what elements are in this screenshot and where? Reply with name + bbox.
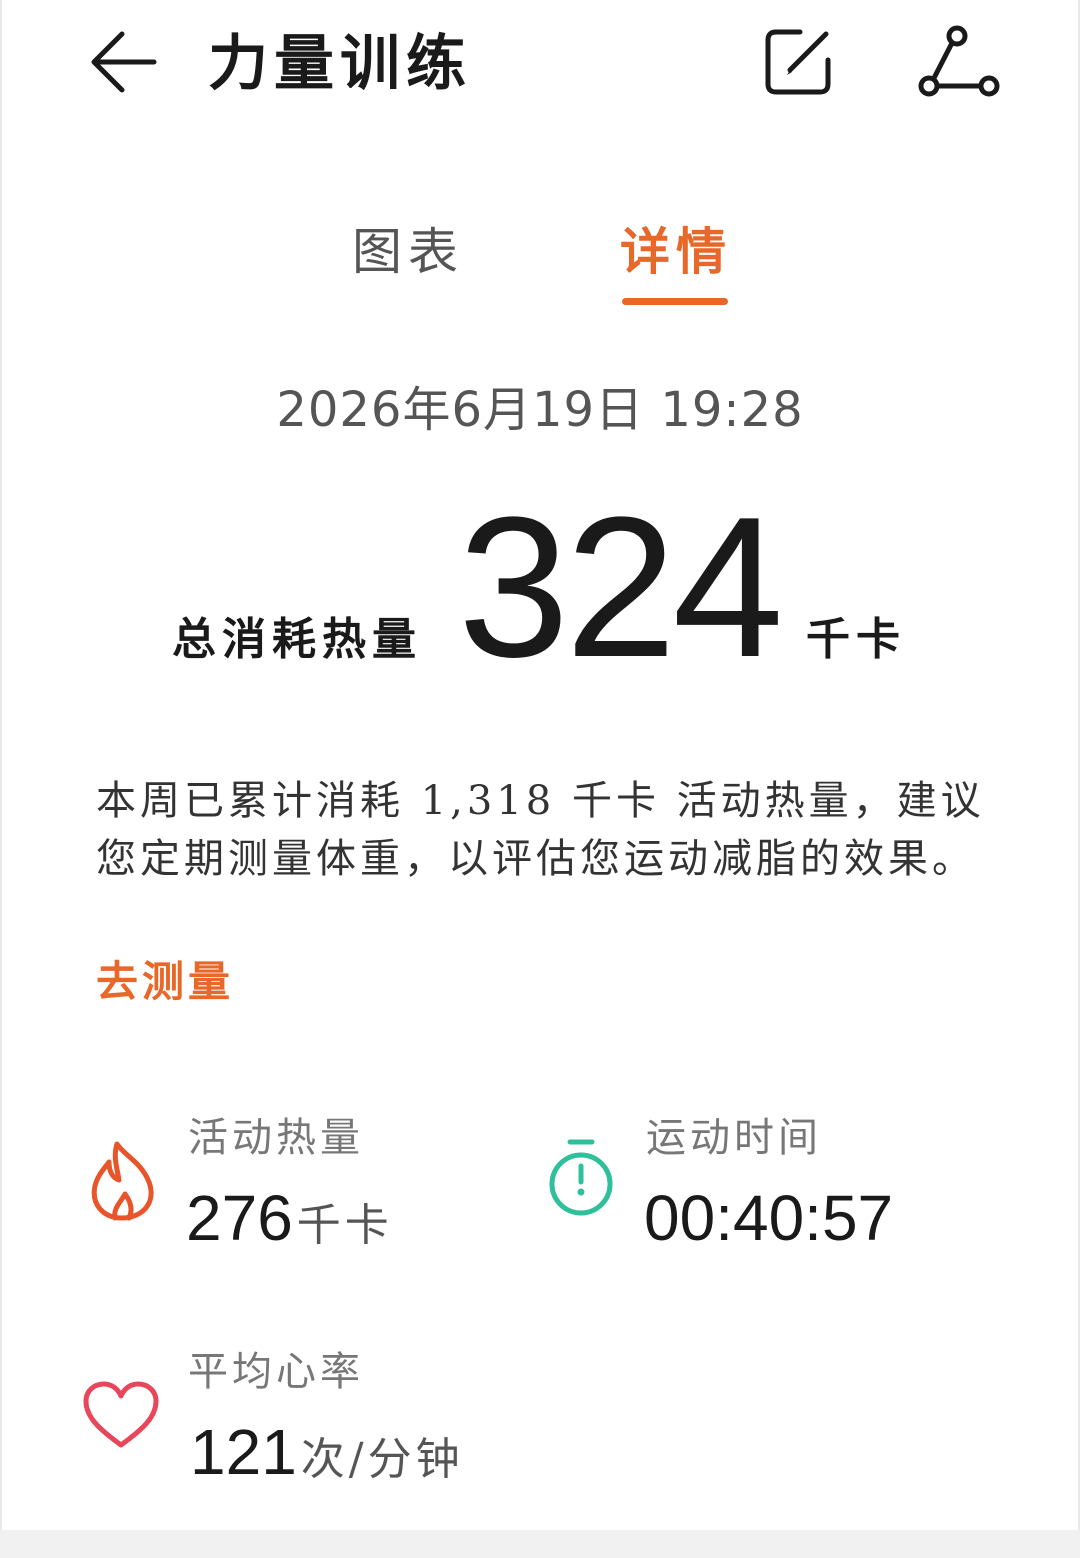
edit-button[interactable] (758, 22, 838, 102)
bottom-edge (0, 1530, 1080, 1558)
go-measure-link[interactable]: 去测量 (96, 952, 234, 1012)
total-calories-label: 总消耗热量 (172, 614, 422, 665)
avg-heart-rate-unit: 次/分钟 (300, 1434, 464, 1485)
active-calories-label: 活动热量 (188, 1115, 364, 1161)
timer-icon (546, 1136, 616, 1220)
back-button[interactable] (82, 24, 162, 100)
back-arrow-icon (91, 31, 157, 93)
active-calories-unit: 千卡 (296, 1200, 393, 1251)
total-calories-value: 324 (458, 476, 784, 699)
header-bar: 力量训练 (0, 0, 1080, 130)
active-calories-number: 276 (186, 1182, 293, 1254)
total-calories-unit: 千卡 (806, 614, 906, 665)
active-calories-value: 276 千卡 (186, 1180, 393, 1264)
exercise-time-label: 运动时间 (646, 1115, 822, 1161)
frame-edge-left (0, 0, 2, 1530)
avg-heart-rate-value: 121 次/分钟 (190, 1414, 464, 1498)
tab-chart[interactable]: 图表 (350, 222, 466, 292)
avg-heart-rate-label: 平均心率 (188, 1349, 364, 1395)
flame-icon (84, 1138, 160, 1222)
share-button[interactable] (916, 22, 1002, 102)
tab-detail[interactable]: 详情 (618, 222, 734, 292)
active-tab-indicator (622, 298, 728, 305)
edit-icon (765, 29, 831, 95)
weekly-summary-text: 本周已累计消耗 1,318 千卡 活动热量，建议您定期测量体重，以评估您运动减脂… (96, 778, 985, 882)
page-title: 力量训练 (208, 29, 472, 99)
record-datetime: 2026年6月19日 19:28 (276, 382, 804, 438)
exercise-time-value: 00:40:57 (644, 1180, 893, 1256)
avg-heart-rate-number: 121 (190, 1416, 297, 1488)
exercise-time-number: 00:40:57 (644, 1182, 894, 1254)
heart-icon (80, 1378, 162, 1452)
share-icon (918, 25, 1000, 97)
